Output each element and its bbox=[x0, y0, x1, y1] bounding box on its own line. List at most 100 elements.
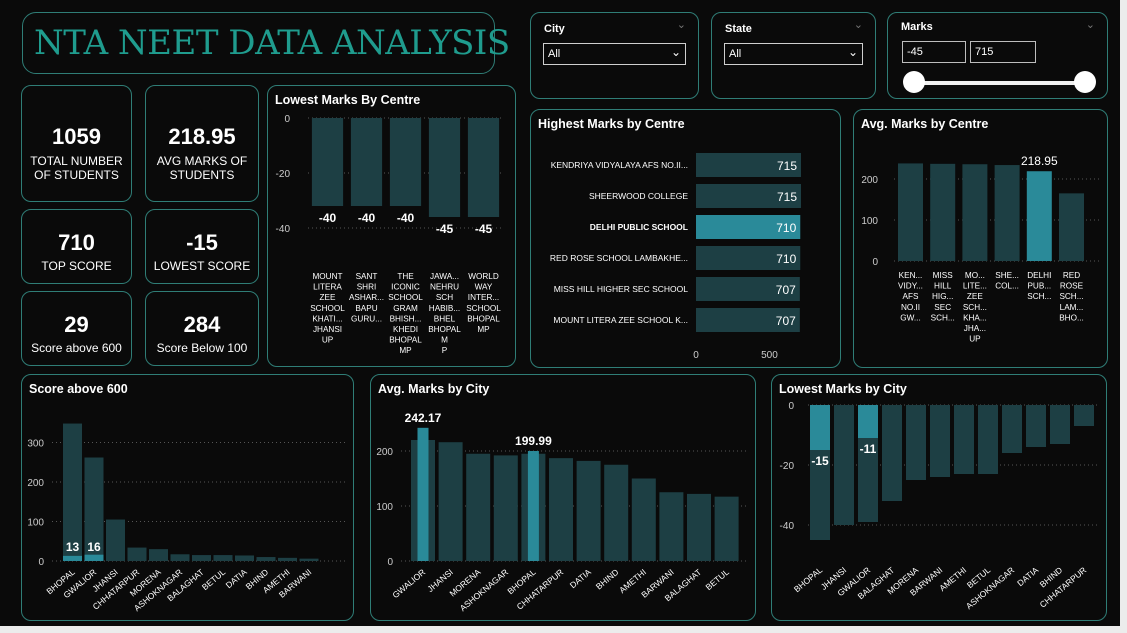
x-tick-label: MO... bbox=[965, 271, 985, 280]
state-filter-card: State ⌄ All ⌄ bbox=[711, 12, 876, 99]
bar bbox=[659, 492, 684, 561]
bar bbox=[311, 118, 344, 206]
x-tick-label: SCH bbox=[436, 293, 453, 302]
kpi-card-top-score: 710 TOP SCORE bbox=[21, 209, 132, 284]
x-tick-label: MP bbox=[399, 346, 412, 355]
kpi-card-avg-marks: 218.95 AVG MARKS OF STUDENTS bbox=[145, 85, 259, 202]
x-tick-label: M bbox=[441, 336, 448, 345]
bar-highlight bbox=[527, 451, 539, 561]
bar bbox=[350, 118, 383, 206]
bar bbox=[906, 405, 926, 480]
data-label: -40 bbox=[358, 211, 376, 225]
bar bbox=[882, 405, 902, 501]
x-tick-label: LAM... bbox=[1060, 303, 1084, 312]
x-tick-label: P bbox=[442, 346, 448, 355]
bar bbox=[1026, 405, 1046, 447]
y-tick-label: RED ROSE SCHOOL LAMBAKHE... bbox=[550, 253, 688, 263]
bar bbox=[1002, 405, 1022, 453]
y-tick-label: 200 bbox=[861, 175, 878, 186]
y-tick-label: 0 bbox=[38, 557, 44, 568]
x-tick-label: THE bbox=[397, 272, 414, 281]
data-label: 707 bbox=[776, 283, 796, 297]
x-tick-label: DATIA bbox=[568, 567, 593, 591]
kpi-value: 29 bbox=[64, 312, 89, 337]
x-tick-label: SCHOOL bbox=[466, 304, 501, 313]
x-tick-label: ZEE bbox=[320, 293, 336, 302]
x-tick-label: BHOPAL bbox=[467, 314, 500, 323]
bar bbox=[930, 405, 950, 477]
chart-card-highest-by-centre: Highest Marks by Centre KENDRIYA VIDYALA… bbox=[530, 109, 841, 368]
marks-min-input[interactable]: -45 bbox=[902, 41, 966, 63]
chart-title: Avg. Marks by Centre bbox=[861, 117, 989, 131]
bar bbox=[493, 455, 518, 561]
bar bbox=[898, 163, 923, 261]
x-tick-label: SCH... bbox=[1059, 292, 1083, 301]
x-tick-label: BETUL bbox=[200, 567, 228, 592]
bar bbox=[994, 165, 1020, 261]
chart-card-lowest-by-city: Lowest Marks by City 0 -20 -40 -15 BHOPAL JHA… bbox=[771, 374, 1107, 621]
x-tick-label: DELHI bbox=[1027, 271, 1051, 280]
data-label: -40 bbox=[319, 211, 337, 225]
lowest-by-city-chart: 0-20-40-15BHOPALJHANSI-11GWALIORBALAGHAT… bbox=[780, 401, 1100, 611]
chevron-icon[interactable]: ⌄ bbox=[1086, 18, 1095, 31]
bar bbox=[1059, 193, 1084, 261]
marks-slider-max-handle[interactable] bbox=[1074, 71, 1096, 93]
x-tick-label: GRAM bbox=[393, 304, 418, 313]
bar bbox=[235, 555, 254, 561]
bar bbox=[127, 547, 147, 561]
x-tick-label: LITERA bbox=[313, 283, 342, 292]
x-tick-label: BHOPAL bbox=[792, 565, 825, 595]
x-tick-label: VIDY... bbox=[898, 282, 923, 291]
bar bbox=[149, 549, 168, 561]
x-tick-label: SCHOOL bbox=[388, 293, 423, 302]
kpi-card-lowest-score: -15 LOWEST SCORE bbox=[145, 209, 259, 284]
chevron-down-icon: ⌄ bbox=[847, 45, 858, 59]
kpi-value: -15 bbox=[186, 230, 218, 255]
bar bbox=[962, 164, 988, 261]
data-label: 242.17 bbox=[405, 411, 442, 425]
x-tick-label: ROSE bbox=[1060, 282, 1084, 291]
x-tick-label: 500 bbox=[761, 350, 778, 361]
bar bbox=[170, 554, 190, 561]
x-tick-label: BHEL bbox=[434, 314, 456, 323]
chevron-icon[interactable]: ⌄ bbox=[854, 18, 863, 31]
chevron-icon[interactable]: ⌄ bbox=[677, 18, 686, 31]
chart-card-avg-by-centre: Avg. Marks by Centre 200 100 0 KEN... VIDY..… bbox=[853, 109, 1108, 368]
marks-slider-track[interactable] bbox=[905, 81, 1085, 85]
x-tick-label: AMETHI bbox=[937, 565, 968, 593]
bar bbox=[428, 118, 461, 217]
kpi-label: LOWEST SCORE bbox=[153, 259, 251, 273]
bar bbox=[834, 405, 854, 525]
y-tick-label: 300 bbox=[27, 439, 44, 450]
y-tick-label: 100 bbox=[376, 502, 393, 513]
data-label: -45 bbox=[475, 222, 493, 236]
bar bbox=[714, 496, 739, 561]
x-tick-label: JHANSI bbox=[313, 325, 342, 334]
x-tick-label: ICONIC bbox=[391, 283, 420, 292]
x-tick-label: BHOPAL bbox=[389, 336, 422, 345]
y-tick-label: 100 bbox=[27, 518, 44, 529]
x-tick-label: BHOPAL bbox=[428, 325, 461, 334]
kpi-value: 218.95 bbox=[168, 124, 236, 149]
chart-title: Avg. Marks by City bbox=[378, 382, 490, 396]
x-tick-label: BETUL bbox=[703, 567, 731, 592]
data-label: -45 bbox=[436, 222, 454, 236]
x-tick-label: JAWA... bbox=[430, 272, 459, 281]
kpi-label: TOTAL NUMBER OF STUDENTS bbox=[30, 154, 123, 182]
x-tick-label: INTER... bbox=[468, 293, 499, 302]
marks-slider-min-handle[interactable] bbox=[903, 71, 925, 93]
x-tick-label: ASHAR... bbox=[349, 293, 384, 302]
y-tick-label: 200 bbox=[27, 478, 44, 489]
x-tick-label: WORLD bbox=[468, 272, 499, 281]
city-dropdown[interactable]: All ⌄ bbox=[543, 43, 686, 65]
x-tick-label: GW... bbox=[900, 313, 920, 322]
y-tick-label: MISS HILL HIGHER SEC SCHOOL bbox=[554, 284, 689, 294]
data-label: 16 bbox=[87, 540, 101, 554]
x-tick-label: HILL bbox=[934, 282, 952, 291]
bar bbox=[106, 519, 125, 561]
x-tick-label: AFS bbox=[903, 292, 919, 301]
marks-max-input[interactable]: 715 bbox=[970, 41, 1036, 63]
x-tick-label: KHEDI bbox=[393, 325, 418, 334]
bar-highlight bbox=[858, 405, 878, 438]
state-dropdown[interactable]: All ⌄ bbox=[724, 43, 863, 65]
